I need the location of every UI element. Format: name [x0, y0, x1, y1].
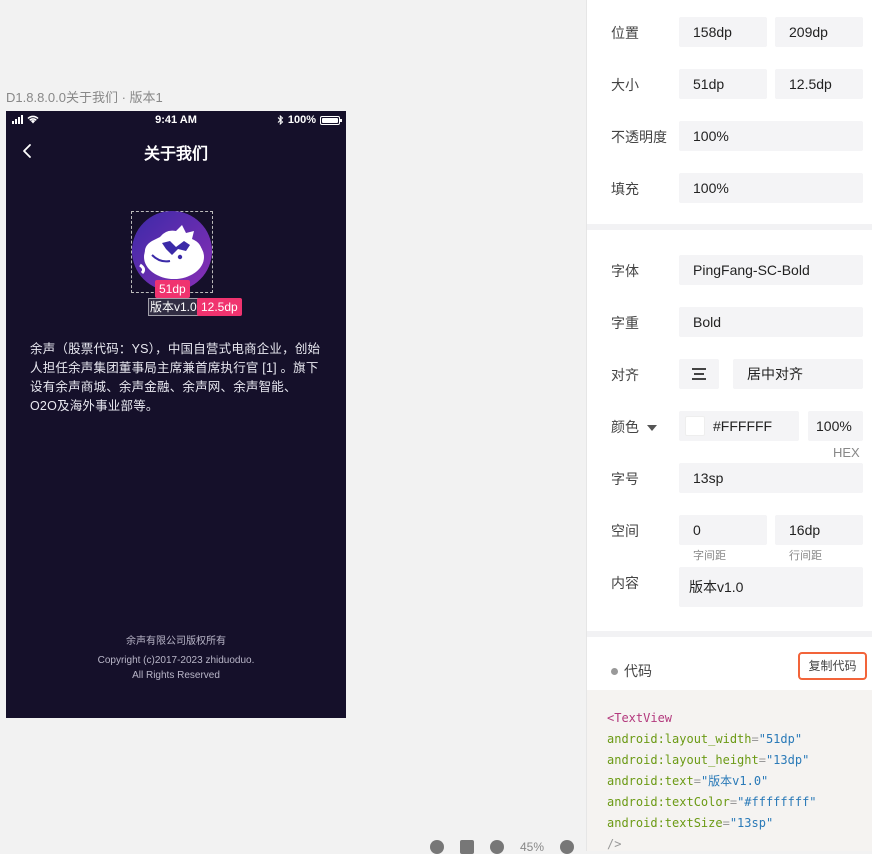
width-measure-tag: 51dp — [155, 280, 190, 298]
code-line: android:textSize="13sp" — [607, 816, 774, 830]
opacity-label: 不透明度 — [611, 129, 667, 145]
content-label: 内容 — [611, 575, 639, 591]
footer: 余声有限公司版权所有 Copyright (c)2017-2023 zhiduo… — [6, 634, 346, 683]
footer-rights: All Rights Reserved — [132, 670, 220, 681]
align-row: 对齐 居中对齐 — [587, 359, 872, 389]
line-spacing-field[interactable]: 16dp — [775, 515, 863, 545]
inspector-panel: 位置 158dp 209dp 大小 51dp 12.5dp 不透明度 100% … — [586, 0, 872, 851]
position-y-field[interactable]: 209dp — [775, 17, 863, 47]
battery-percent: 100% — [287, 114, 316, 126]
fill-label: 填充 — [611, 181, 639, 197]
code-line: android:layout_height="13dp" — [607, 753, 810, 767]
color-label: 颜色 — [611, 419, 639, 435]
align-center-icon[interactable] — [679, 359, 719, 389]
code-line: android:layout_width="51dp" — [607, 732, 803, 746]
color-swatch[interactable] — [685, 415, 705, 436]
font-field[interactable]: PingFang-SC-Bold — [679, 255, 863, 285]
phone-artboard[interactable]: 9:41 AM 100% 关于我们 51dp 版本v1.0 12.5dp 余声（… — [6, 111, 346, 718]
size-row: 大小 51dp 12.5dp — [587, 69, 872, 99]
font-size-row: 字号 13sp — [587, 463, 872, 493]
caret-down-icon — [647, 425, 657, 432]
font-row: 字体 PingFang-SC-Bold — [587, 255, 872, 285]
rhino-logo-icon — [132, 211, 212, 291]
company-description: 余声（股票代码：YS），中国自营式电商企业，创始人担任余声集团董事局主席兼首席执… — [30, 342, 321, 413]
footer-copyright: Copyright (c)2017-2023 zhiduoduo. — [97, 655, 255, 666]
code-line: android:text="版本v1.0" — [607, 774, 769, 788]
position-x-field[interactable]: 158dp — [679, 17, 767, 47]
section-divider — [587, 224, 872, 230]
letter-spacing-field[interactable]: 0 — [679, 515, 767, 545]
code-tag-open: <TextView — [607, 711, 673, 725]
bluetooth-icon — [277, 115, 284, 125]
footer-company: 余声有限公司版权所有 — [126, 636, 226, 647]
size-label: 大小 — [611, 77, 639, 93]
position-row: 位置 158dp 209dp — [587, 17, 872, 47]
code-tag-close: /> — [607, 837, 622, 851]
position-label: 位置 — [611, 25, 639, 41]
fill-field[interactable]: 100% — [679, 173, 863, 203]
align-label: 对齐 — [611, 367, 639, 383]
align-field[interactable]: 居中对齐 — [733, 359, 863, 389]
code-section-title: 代码 — [611, 661, 652, 681]
opacity-field[interactable]: 100% — [679, 121, 863, 151]
font-size-field[interactable]: 13sp — [679, 463, 863, 493]
zoom-in-icon[interactable] — [560, 840, 575, 854]
zoom-level: 45% — [520, 840, 545, 854]
code-line: android:textColor="#ffffffff" — [607, 795, 817, 809]
font-size-label: 字号 — [611, 471, 639, 487]
letter-spacing-label: 字间距 — [693, 550, 726, 562]
keyboard-icon[interactable] — [460, 840, 474, 854]
opacity-row: 不透明度 100% — [587, 121, 872, 151]
pin-icon[interactable] — [430, 840, 444, 854]
artboard-label[interactable]: D1.8.8.0.0关于我们 · 版本1 — [6, 87, 163, 106]
size-width-field[interactable]: 51dp — [679, 69, 767, 99]
spacing-row: 空间 0 16dp — [587, 515, 872, 545]
spacing-label: 空间 — [611, 523, 639, 539]
content-row: 内容 版本v1.0 — [587, 567, 872, 607]
code-title-text: 代码 — [624, 663, 652, 679]
color-label-wrap[interactable]: 颜色 — [611, 417, 657, 437]
fill-row: 填充 100% — [587, 173, 872, 203]
color-hex-field[interactable]: #FFFFFF — [679, 411, 799, 441]
app-logo[interactable] — [132, 211, 212, 291]
font-label: 字体 — [611, 263, 639, 279]
color-mode-label[interactable]: HEX — [833, 445, 860, 460]
battery-icon — [320, 115, 342, 125]
design-canvas[interactable]: D1.8.8.0.0关于我们 · 版本1 9:41 AM 100% 关于我们 5… — [0, 0, 586, 854]
size-height-field[interactable]: 12.5dp — [775, 69, 863, 99]
page-title: 关于我们 — [143, 146, 208, 163]
color-row: 颜色 #FFFFFF 100% — [587, 411, 872, 441]
height-measure-tag: 12.5dp — [197, 298, 242, 316]
version-text[interactable]: 版本v1.0 — [148, 298, 199, 316]
weight-row: 字重 Bold — [587, 307, 872, 337]
content-field[interactable]: 版本v1.0 — [679, 567, 863, 607]
zoom-out-icon[interactable] — [490, 840, 504, 854]
weight-label: 字重 — [611, 315, 639, 331]
color-alpha-field[interactable]: 100% — [808, 411, 863, 441]
copy-code-button[interactable]: 复制代码 — [798, 652, 867, 680]
weight-field[interactable]: Bold — [679, 307, 863, 337]
color-hex-value: #FFFFFF — [713, 418, 773, 434]
status-bar: 9:41 AM 100% — [6, 111, 346, 129]
line-spacing-label: 行间距 — [789, 550, 822, 562]
section-divider — [587, 631, 872, 637]
canvas-toolbar: 45% — [430, 840, 575, 854]
bullet-icon — [611, 667, 618, 675]
code-block[interactable]: <TextView android:layout_width="51dp" an… — [587, 690, 872, 851]
